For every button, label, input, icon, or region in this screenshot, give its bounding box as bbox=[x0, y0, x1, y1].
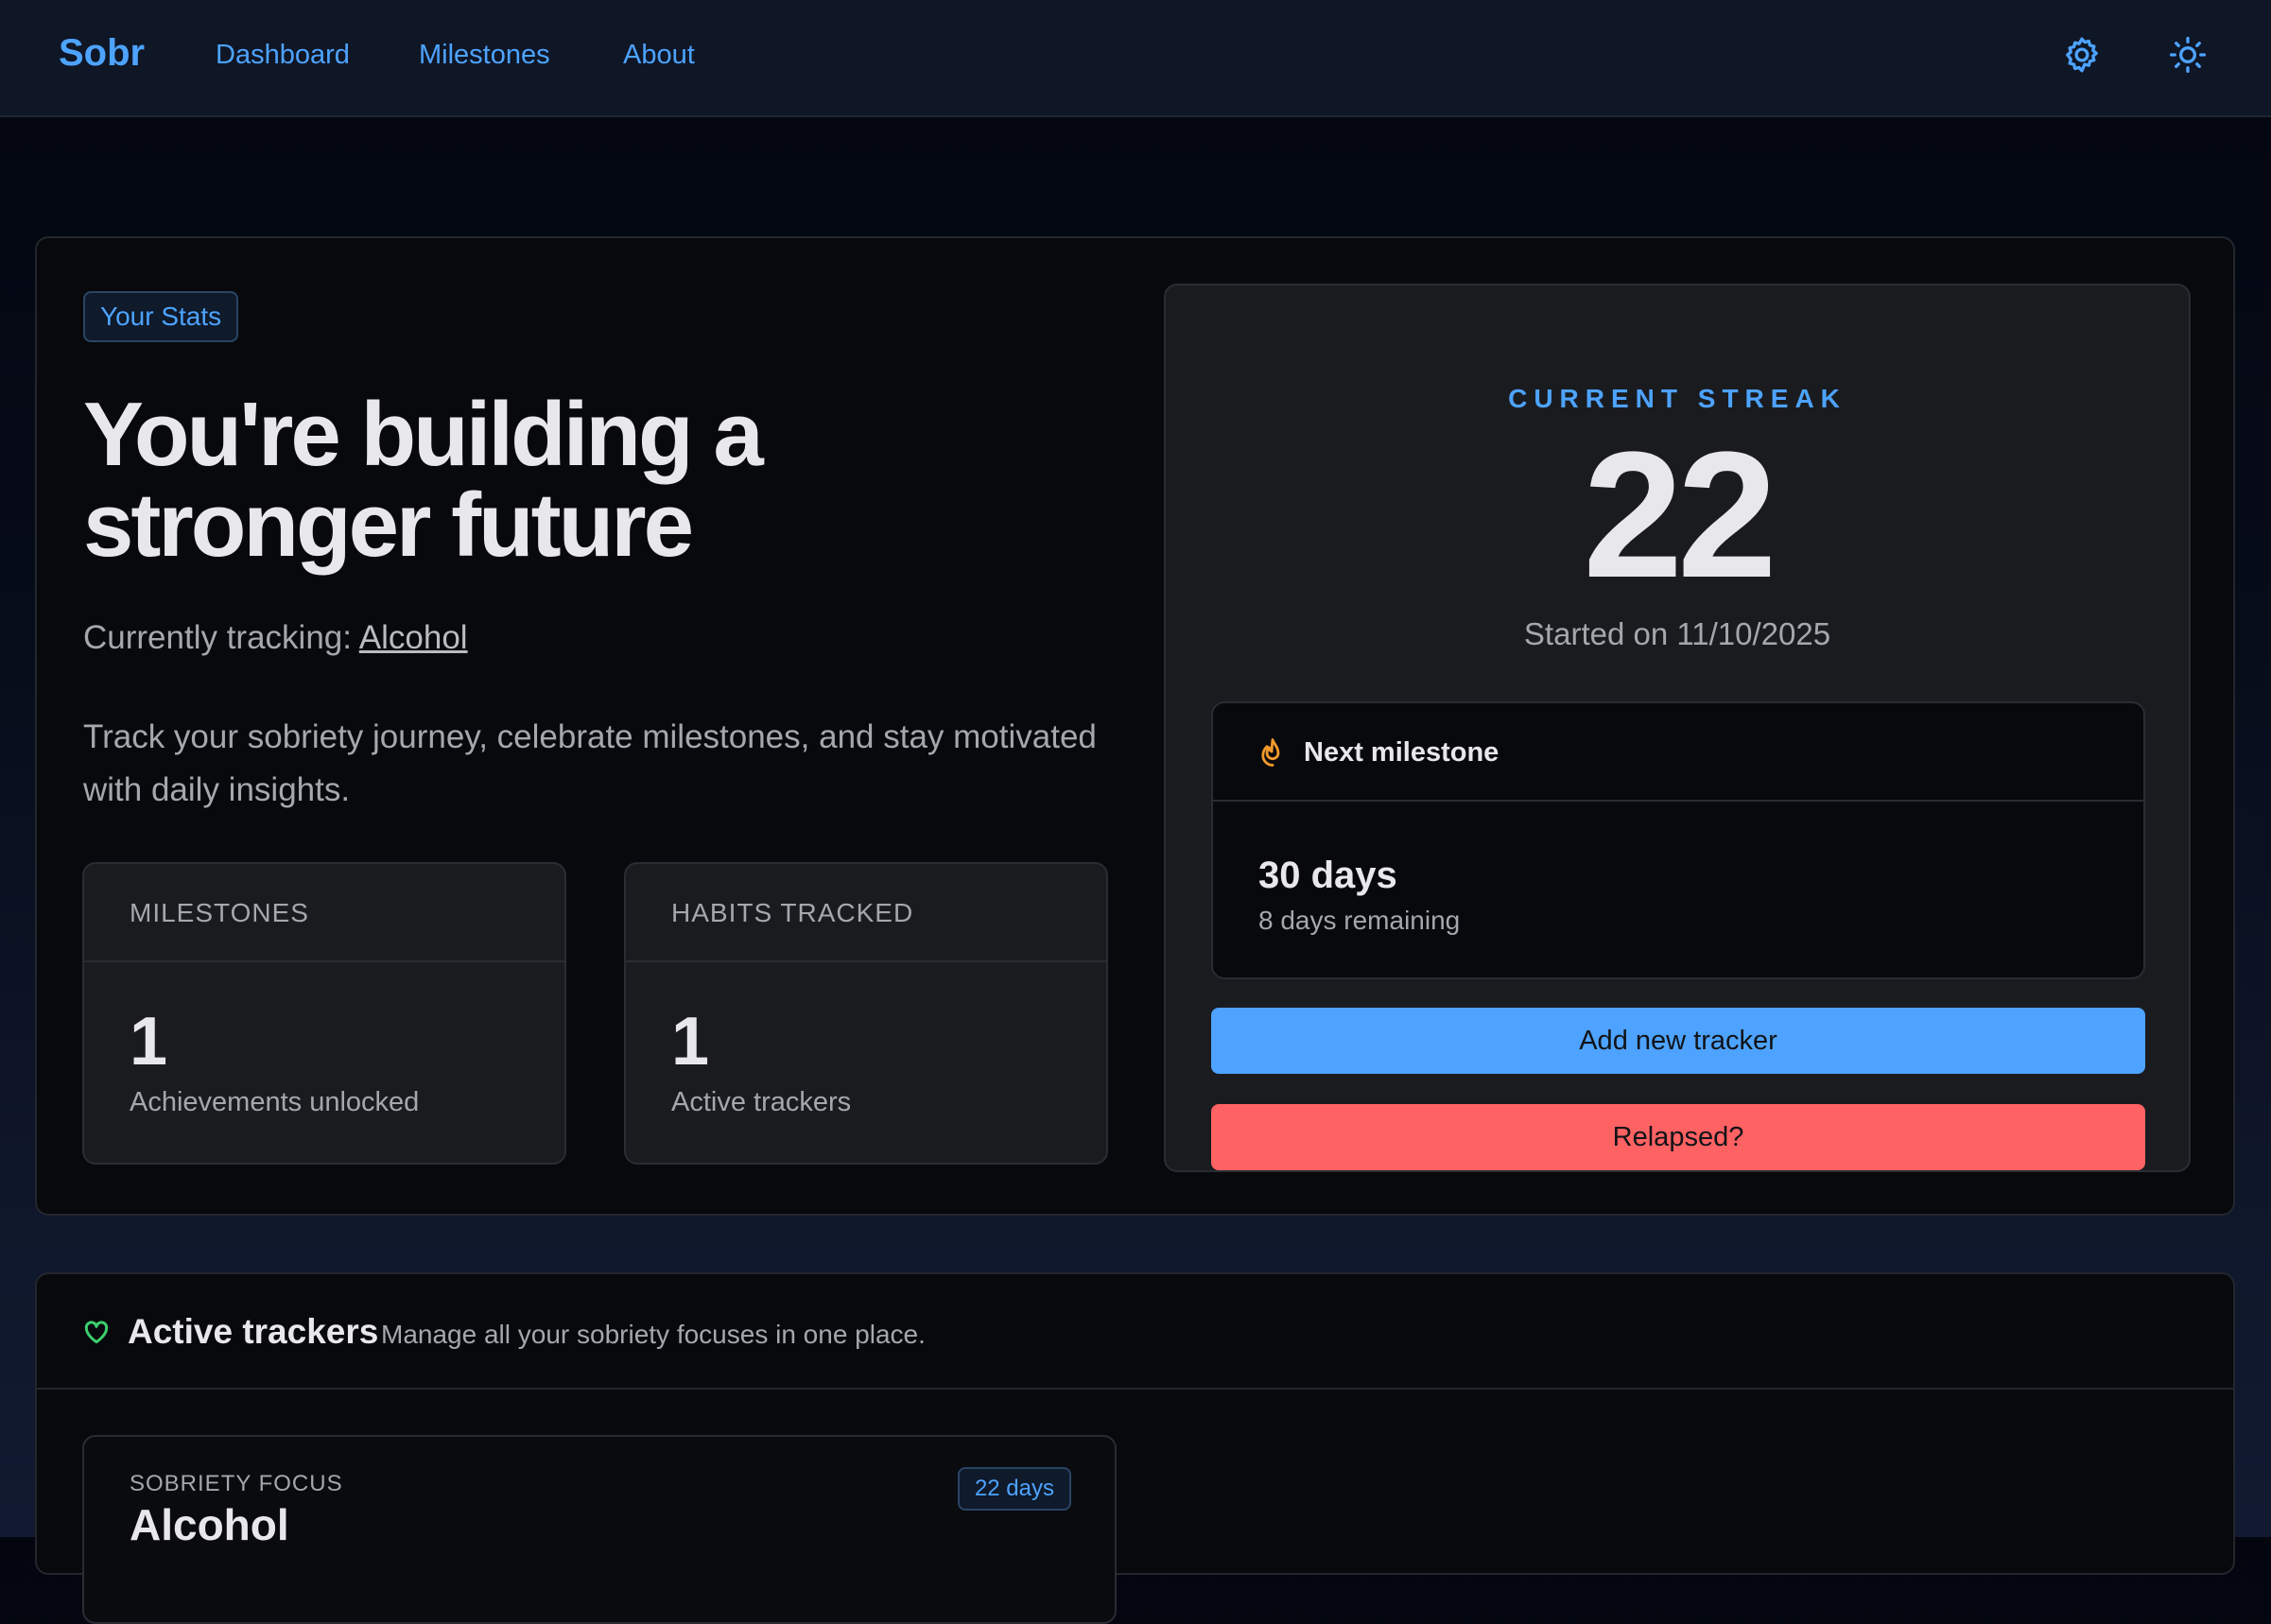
active-trackers-section: Active trackers Manage all your sobriety… bbox=[35, 1272, 2235, 1624]
trackers-header: Active trackers Manage all your sobriety… bbox=[37, 1274, 2233, 1390]
relapsed-button[interactable]: Relapsed? bbox=[1211, 1104, 2145, 1170]
nav-link-about[interactable]: About bbox=[623, 40, 695, 71]
stat-value: 1 bbox=[671, 1004, 710, 1080]
brand-logo[interactable]: Sobr bbox=[59, 32, 145, 75]
nav-link-milestones[interactable]: Milestones bbox=[419, 40, 550, 71]
trackers-subtitle: Manage all your sobriety focuses in one … bbox=[381, 1320, 926, 1349]
tracker-focus-label: SOBRIETY FOCUS bbox=[130, 1471, 343, 1496]
milestone-header: Next milestone bbox=[1213, 703, 2143, 802]
hero-title-line2: stronger future bbox=[83, 475, 694, 576]
tracking-link[interactable]: Alcohol bbox=[359, 619, 468, 656]
streak-label: CURRENT STREAK bbox=[1508, 384, 1846, 413]
gear-icon[interactable] bbox=[2061, 34, 2103, 76]
tracking-prefix: Currently tracking: bbox=[83, 619, 359, 656]
stats-badge: Your Stats bbox=[83, 291, 239, 342]
add-tracker-button[interactable]: Add new tracker bbox=[1211, 1008, 2145, 1074]
next-milestone-card: Next milestone 30 days 8 days remaining bbox=[1211, 701, 2145, 979]
hero-description: Track your sobriety journey, celebrate m… bbox=[83, 718, 1097, 808]
heart-icon bbox=[82, 1318, 111, 1346]
stat-caption: Achievements unlocked bbox=[130, 1087, 420, 1117]
streak-start-date: Started on 11/10/2025 bbox=[1523, 616, 1831, 651]
stat-label: HABITS TRACKED bbox=[626, 864, 1106, 962]
navbar: Sobr Dashboard Milestones About bbox=[0, 0, 2271, 117]
milestone-remaining: 8 days remaining bbox=[1258, 906, 1461, 935]
streak-value: 22 bbox=[1583, 415, 1777, 615]
stat-value: 1 bbox=[130, 1004, 168, 1080]
milestone-days: 30 days bbox=[1258, 855, 1397, 896]
tracker-name: Alcohol bbox=[130, 1500, 289, 1549]
stat-caption: Active trackers bbox=[671, 1087, 852, 1117]
sun-icon[interactable] bbox=[2167, 34, 2209, 76]
hero-title-line1: You're building a bbox=[83, 384, 764, 485]
tracker-card[interactable]: SOBRIETY FOCUS Alcohol 22 days bbox=[82, 1435, 1117, 1624]
stat-label: MILESTONES bbox=[84, 864, 564, 962]
milestones-stat-card: MILESTONES 1 Achievements unlocked bbox=[82, 862, 566, 1165]
tracker-days-badge: 22 days bbox=[957, 1467, 1071, 1511]
habits-stat-card: HABITS TRACKED 1 Active trackers bbox=[624, 862, 1108, 1165]
nav-link-dashboard[interactable]: Dashboard bbox=[216, 40, 350, 71]
flame-icon bbox=[1257, 735, 1289, 769]
streak-panel: CURRENT STREAK 22 Started on 11/10/2025 … bbox=[1164, 284, 2191, 1172]
tracking-line: Currently tracking: Alcohol bbox=[83, 619, 468, 657]
hero-title: You're building a stronger future bbox=[83, 389, 1123, 571]
milestone-title: Next milestone bbox=[1304, 737, 1500, 768]
trackers-title: Active trackers bbox=[128, 1312, 379, 1351]
hero-card: Your Stats You're building a stronger fu… bbox=[35, 236, 2235, 1216]
